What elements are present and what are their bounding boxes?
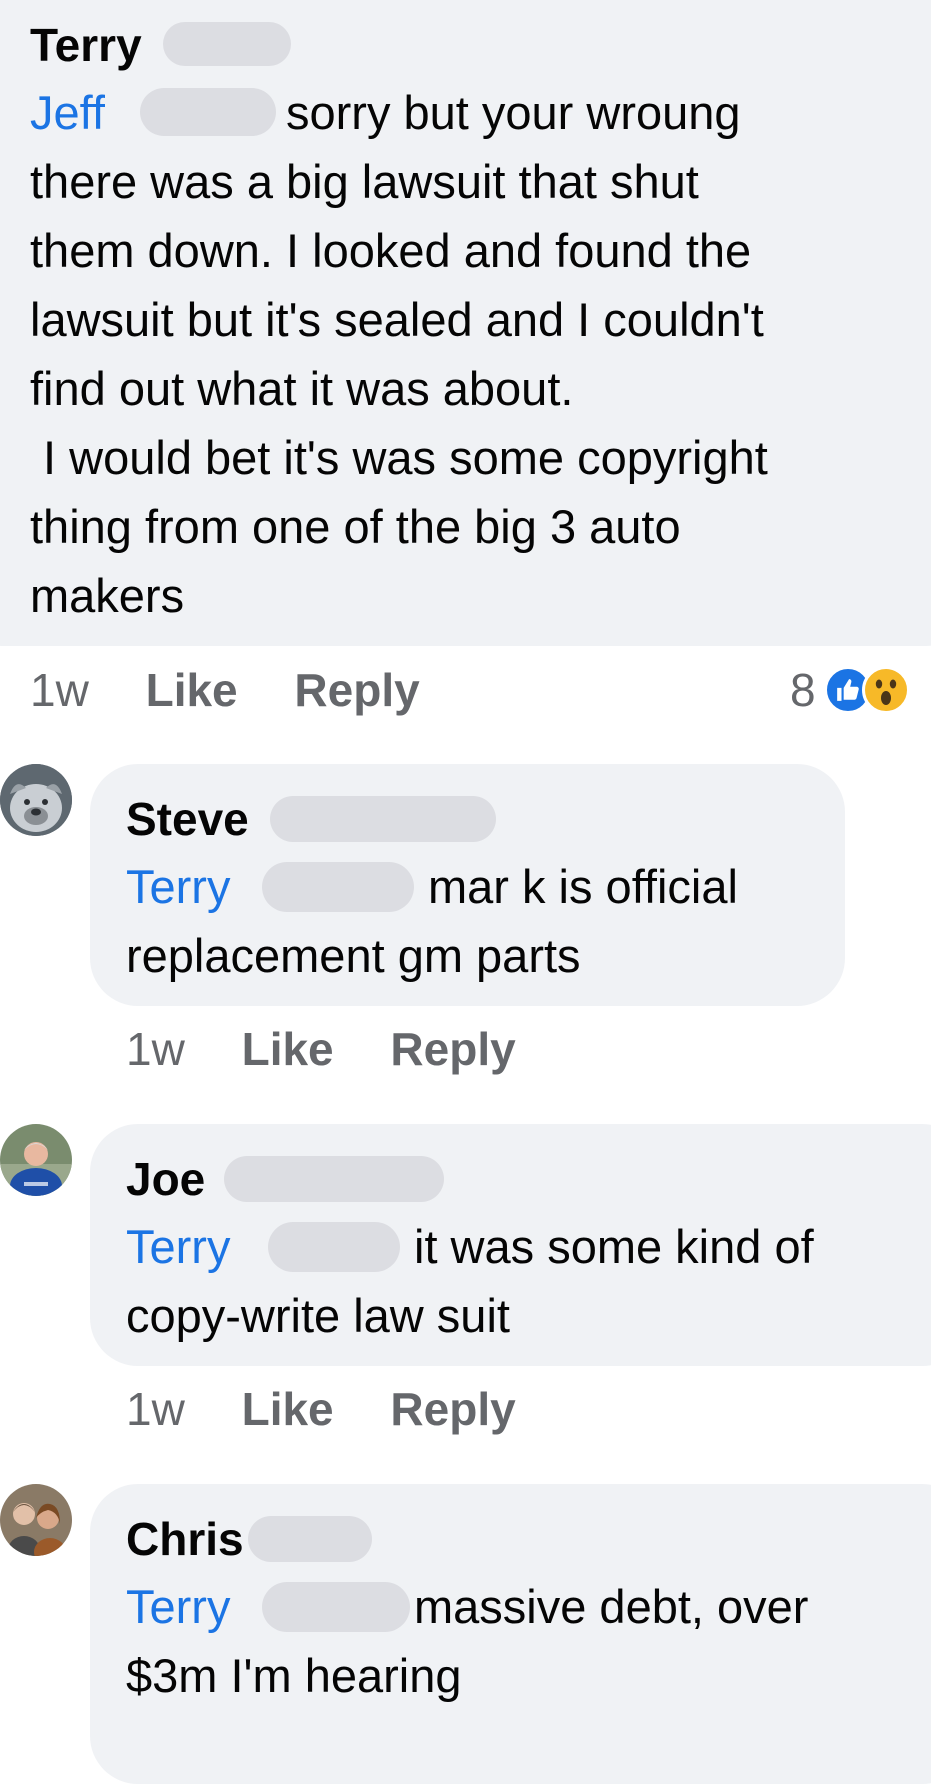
comment-text: Terry bbox=[126, 1212, 230, 1281]
like-button[interactable]: Like bbox=[242, 1383, 334, 1435]
comment-text-line: I would bet it's was some copyright bbox=[30, 431, 768, 484]
comment-text-line: sorry but your wroung bbox=[286, 86, 741, 139]
comment-text-line: there was a big lawsuit that shut bbox=[30, 155, 699, 208]
wow-icon bbox=[861, 666, 910, 714]
redacted-surname bbox=[268, 1222, 400, 1272]
comment-text-line: lawsuit but it's sealed and I couldn't bbox=[30, 293, 764, 346]
comment-text-line: them down. I looked and found the bbox=[30, 224, 752, 277]
comment-text-line: $3m I'm hearing bbox=[126, 1649, 462, 1702]
comment-text: Jeff bbox=[30, 78, 105, 147]
reply-button[interactable]: Reply bbox=[390, 1383, 515, 1435]
timestamp: 1w bbox=[126, 1023, 185, 1075]
comment-text-line: massive debt, over bbox=[414, 1580, 809, 1633]
mention-link[interactable]: Terry bbox=[126, 860, 230, 913]
mention-link[interactable]: Terry bbox=[126, 1220, 230, 1273]
comment-text-line: find out what it was about. bbox=[30, 362, 574, 415]
comment-author-name[interactable]: Steve bbox=[126, 792, 249, 846]
comment-text-line: mar k is official bbox=[428, 860, 738, 913]
mention-link[interactable]: Terry bbox=[126, 1580, 230, 1633]
like-button[interactable]: Like bbox=[146, 664, 238, 716]
redacted-surname bbox=[140, 88, 276, 136]
redacted-surname bbox=[248, 1516, 372, 1562]
comment-author-name[interactable]: Terry bbox=[30, 18, 142, 72]
redacted-surname bbox=[262, 1582, 410, 1632]
dog-avatar-icon bbox=[0, 764, 72, 836]
timestamp: 1w bbox=[126, 1383, 185, 1435]
comment-text: Terry bbox=[126, 852, 230, 921]
redacted-surname bbox=[163, 22, 291, 66]
reaction-summary[interactable]: 8 bbox=[790, 663, 910, 717]
reaction-count: 8 bbox=[790, 664, 816, 716]
timestamp: 1w bbox=[30, 664, 89, 716]
like-button[interactable]: Like bbox=[242, 1023, 334, 1075]
redacted-surname bbox=[270, 796, 496, 842]
comment-text-line: replacement gm parts bbox=[126, 929, 581, 982]
comment-meta: 1w Like Reply bbox=[30, 663, 420, 717]
comment-author-name[interactable]: Joe bbox=[126, 1152, 205, 1206]
avatar[interactable] bbox=[0, 1124, 72, 1196]
couple-avatar-icon bbox=[0, 1484, 72, 1556]
comment-meta: 1w Like Reply bbox=[126, 1382, 516, 1436]
redacted-surname bbox=[262, 862, 414, 912]
mention-link[interactable]: Jeff bbox=[30, 86, 105, 139]
reply-button[interactable]: Reply bbox=[390, 1023, 515, 1075]
comment-meta: 1w Like Reply bbox=[126, 1022, 516, 1076]
comment-text-line: makers bbox=[30, 569, 185, 622]
avatar[interactable] bbox=[0, 764, 72, 836]
redacted-surname bbox=[224, 1156, 444, 1202]
avatar[interactable] bbox=[0, 1484, 72, 1556]
man-avatar-icon bbox=[0, 1124, 72, 1196]
comment-text: Terry bbox=[126, 1572, 230, 1641]
comment-text-line: it was some kind of bbox=[414, 1220, 814, 1273]
comment-text-line: copy-write law suit bbox=[126, 1289, 510, 1342]
comment-author-name[interactable]: Chris bbox=[126, 1512, 244, 1566]
reply-button[interactable]: Reply bbox=[294, 664, 419, 716]
comment-text-line: thing from one of the big 3 auto bbox=[30, 500, 681, 553]
